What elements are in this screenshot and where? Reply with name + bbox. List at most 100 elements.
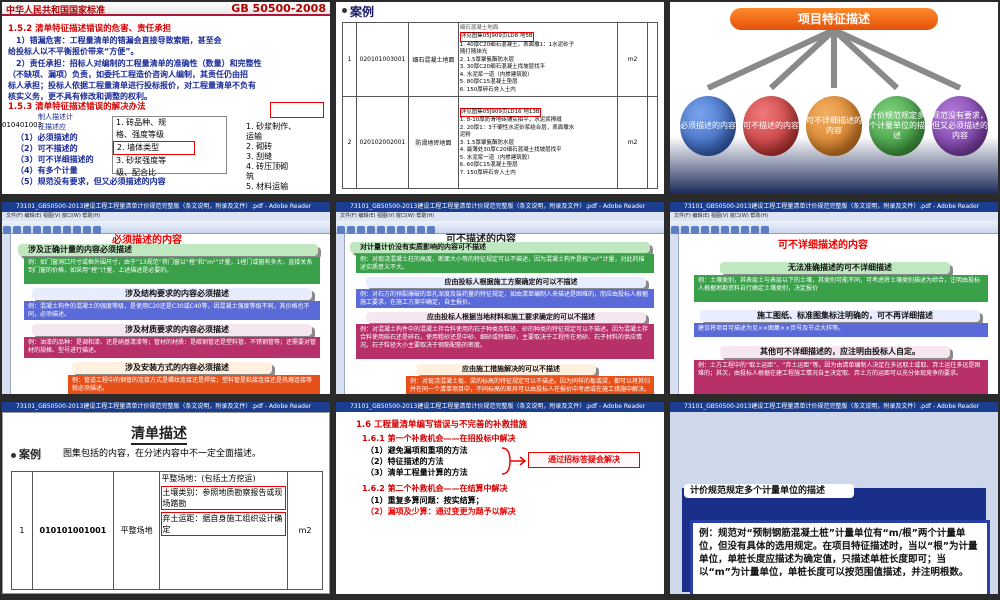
bullet-icon xyxy=(11,453,16,458)
row2-line-3: 泥粉 xyxy=(459,132,471,139)
must-bar-4: 涉及安装方式的内容必须描述 xyxy=(72,362,272,374)
feature-line-2: 土壤类别：参照地质勘察报告或现场踏勘 xyxy=(161,486,287,510)
remedy-1-heading: 1.6.1 第一个补救机会——在招投标中解决 xyxy=(362,434,516,443)
reader-titlebar: 73101_GB50500-2013建设工程工程量清单计价规范完整版（条文说明，… xyxy=(336,202,664,212)
list-row-code: 010101001001 xyxy=(31,471,114,590)
method-4: （4）有多个计量 xyxy=(16,166,78,175)
reader-sidebar[interactable] xyxy=(336,234,345,394)
list-row-features: 平整场地：(包括土方挖运) 土壤类别：参照地质勘察报告或现场踏勘 弃土运距：据自… xyxy=(159,471,289,590)
multi-unit-heading: 计价规范规定多个计量单位的描述 xyxy=(684,484,854,498)
orb-need-not-detail: 可不详细描述的内容 xyxy=(806,96,862,156)
reader-page: 必须描述的内容 涉及正确计量的内容必须描述 例：如门窗洞口尺寸或框外围尺寸，由于… xyxy=(12,234,330,394)
item-code: 010401003 xyxy=(2,121,43,129)
must-text-2: 例：混凝土构件的混凝土的强度等级，是使用C20还是C30或C40等，因混凝土强度… xyxy=(24,301,320,320)
remedy-2-item-1: （1）重复多算问题：按实结算； xyxy=(366,496,484,505)
row2-line-5: 4. 最薄处30厚C20细石混凝土找坡层找平 xyxy=(459,147,562,154)
slide-need-not-describe: 73101_GB50500-2013建设工程工程量清单计价规范完整版（条文说明，… xyxy=(336,202,664,394)
slide-clause-153: 中华人民共和国国家标准 GB 50500-2008 1.5.2 清单特征描述错误… xyxy=(2,2,330,194)
case-label: 案例 xyxy=(19,448,41,461)
slide-multi-unit: 73101_GB50500-2013建设工程工程量清单计价规范完整版（条文说明，… xyxy=(670,402,998,594)
reader-page: 1.6 工程量清单编写错误与不完善的补救措施 1.6.1 第一个补救机会——在招… xyxy=(336,412,664,594)
slide-feature-overview: 项目特征描述 必须描述的内容 可不描述的内容 可不详细描述的内容 计价规范规定多… xyxy=(670,2,998,194)
section-152: 1.5.2 清单特征描述错误的危害、责任承担 xyxy=(8,24,172,34)
header-left: 中华人民共和国国家标准 xyxy=(6,6,106,16)
para1-b: 给投标人以不平衡报价带来“方便”。 xyxy=(8,47,139,56)
row2-code: 020102002001 xyxy=(355,96,409,189)
remedy-2-heading: 1.6.2 第二个补救机会——在结算中解决 xyxy=(362,484,508,493)
header-right: GB 50500-2008 xyxy=(231,2,326,15)
multi-unit-text: 例：规范对“预制钢筋混凝土桩”计量单位有“m/根”两个计量单位，但没有具体的选用… xyxy=(690,520,990,594)
work-6: 筑 xyxy=(246,172,254,181)
reader-menubar[interactable]: 文件(F) 编辑(E) 视图(V) 窗口(W) 帮助(H) xyxy=(336,212,664,221)
slide-list-description: 73101_GB50500-2013建设工程工程量清单计价规范完整版（条文说明，… xyxy=(2,402,330,594)
row2-line-7: 6. 60厚C15混凝土垫层 xyxy=(459,162,518,169)
row1-line-2: 随打随抹光 xyxy=(459,49,488,56)
small-note-2: 征描述应 xyxy=(38,123,66,131)
feature-2: 格、强度等级 xyxy=(116,130,164,139)
slide-must-describe: 73101_GB50500-2013建设工程工程量清单计价规范完整版（条文说明，… xyxy=(2,202,330,394)
highlight-box xyxy=(270,102,324,118)
reader-sidebar[interactable] xyxy=(2,234,11,394)
row1-top-label: 细石混凝土地面 xyxy=(459,24,499,31)
must-bar-1: 涉及正确计量的内容必须描述 xyxy=(18,244,318,256)
must-bar-3: 涉及材质要求的内容必须描述 xyxy=(32,324,312,336)
bullet-icon xyxy=(342,8,347,13)
not-bar-2: 应由投标人根据施工方案确定的可以不描述 xyxy=(366,277,646,288)
para2-c: 标人承担；投标人依据工程量清单进行投标报价，对工程量清单不负有 xyxy=(8,81,256,90)
case-title: 案例 xyxy=(350,5,375,19)
method-1: （1）必须描述的 xyxy=(16,133,78,142)
detail-bar-2: 施工图纸、标准图集标注明确的，可不再详细描述 xyxy=(700,310,980,322)
para2-d: 核实义务，更不具有修改和调整的权利。 xyxy=(8,92,152,101)
remedy-1-item-2: （2）特征描述的方法 xyxy=(366,457,444,466)
remedy-1-item-3: （3）清单工程量计算的方法 xyxy=(366,468,468,477)
feature-1: 1. 砖品种、规 xyxy=(116,118,167,127)
work-4: 3. 刮缝 xyxy=(246,152,273,161)
row2-name: 防滑地砖地面 xyxy=(407,96,459,189)
detail-text-2: 建议将项目可描述为见××图集××页号及节点大样等。 xyxy=(694,323,988,337)
row1-name: 细石混凝土地面 xyxy=(407,22,459,97)
overview-title: 项目特征描述 xyxy=(730,8,938,30)
reader-page: 可不描述的内容 对计量计价没有实质影响的内容可不描述 例：对现浇混凝土柱的高度、… xyxy=(346,234,664,394)
feature-4: 3. 砂浆强度等 xyxy=(116,156,167,165)
work-7: 5. 材料运输 xyxy=(246,182,289,191)
row2-line-0: 详见图集05J909页LD16 地13B xyxy=(459,107,541,118)
not-bar-4: 应由施工措施解决的可以不描述 xyxy=(416,364,596,375)
row1-line-4: 3. 30厚C20细石混凝土找坡层找平 xyxy=(459,64,546,71)
work-2: 运输 xyxy=(246,132,262,141)
reader-page: 计价规范规定多个计量单位的描述 例：规范对“预制钢筋混凝土桩”计量单位有“m/根… xyxy=(670,412,998,594)
standard-header: 中华人民共和国国家标准 GB 50500-2008 xyxy=(2,2,330,16)
orb-need-not-describe: 可不描述的内容 xyxy=(743,96,799,156)
not-bar-3: 应由投标人根据当地材料和施工要求确定的可以不描述 xyxy=(366,312,646,323)
reader-menubar[interactable]: 文件(F) 编辑(E) 视图(V) 窗口(W) 帮助(H) xyxy=(670,212,998,221)
not-bar-1: 对计量计价没有实质影响的内容可不描述 xyxy=(350,242,650,253)
must-text-3: 例：油漆的品种：是调和漆、还是硝基清漆等；管材的材质：是碳钢管还是塑料管、不锈钢… xyxy=(24,337,320,358)
row1-line-0: 详见图集05J909页LD8 地5B xyxy=(459,32,534,42)
work-content: 1. 砂浆制作、 运输 2. 砌砖 3. 刮缝 4. 砖压顶砌 筑 5. 材料运… xyxy=(246,122,296,192)
detail-text-1: 例：土壤类别，其表层土与表层以下的土壤，其类别可能不同，可考虑将土壤类别描述为综… xyxy=(694,275,988,302)
remedy-2-item-2: （2）漏项及少算：通过变更为题予以解决 xyxy=(366,507,516,516)
method-2: （2）可不描述的 xyxy=(16,144,78,153)
reader-titlebar: 73101_GB50500-2013建设工程工程量清单计价规范完整版（条文说明，… xyxy=(670,402,998,412)
detail-heading: 可不详细描述的内容 xyxy=(778,240,868,251)
reader-menubar[interactable]: 文件(F) 编辑(E) 视图(V) 窗口(W) 帮助(H) xyxy=(2,212,330,221)
work-1: 1. 砂浆制作、 xyxy=(246,122,297,131)
slide-remedy: 73101_GB50500-2013建设工程工程量清单计价规范完整版（条文说明，… xyxy=(336,402,664,594)
work-5: 4. 砖压顶砌 xyxy=(246,162,289,171)
feature-3: 2. 墙体类型 xyxy=(113,141,195,155)
case-text: 图集包括的内容，在分述内容中不一定全面描述。 xyxy=(63,449,262,459)
feature-line-1: 平整场地：(包括土方挖运) xyxy=(161,474,256,483)
case-table: 1 020101003001 细石混凝土地面 细石混凝土地面 详见图集05J90… xyxy=(342,22,659,189)
reader-sidebar[interactable] xyxy=(670,234,679,394)
list-row-name: 平整场地 xyxy=(112,471,161,590)
row1-unit: m2 xyxy=(617,22,648,97)
row2-line-2: 2. 20厚1：3干硬性水泥砂浆结合层，表面撒水 xyxy=(459,124,575,131)
callout-box: 通过招标答疑会解决 xyxy=(528,452,640,468)
detail-text-3: 例：土方工程中的“取土运距”、“弃土运距”等。因为由清单编制人决定在多远取土或取… xyxy=(694,360,988,394)
reader-toolbar[interactable] xyxy=(670,221,998,234)
list-desc-title: 清单描述 xyxy=(131,423,187,445)
section-153: 1.5.3 清单特征描述错误的解决办法 xyxy=(8,102,146,112)
para2-b: （不缺项、漏项）负责，如委托工程造价咨询人编制，其责任仍由招 xyxy=(8,70,248,79)
reader-titlebar: 73101_GB50500-2013建设工程工程量清单计价规范完整版（条文说明，… xyxy=(670,202,998,212)
must-text-4: 例：管道工程中的钢管的连接方式是螺纹连接还是焊接；塑料管是粘接连接还是热熔连接等… xyxy=(68,375,320,394)
not-text-3: 例：对混凝土构件中的混凝土拌合料使用的石子种类及粒径、砂的种类的特征规定可以不描… xyxy=(356,324,654,359)
